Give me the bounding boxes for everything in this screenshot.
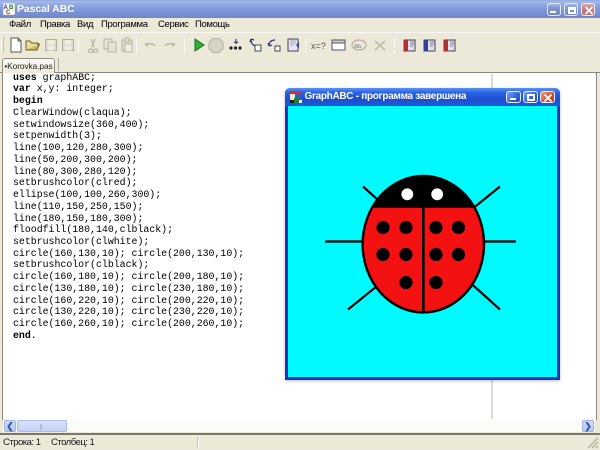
svg-text:x=?: x=? xyxy=(311,41,326,51)
svg-text:aь: aь xyxy=(354,43,362,50)
svg-text:C: C xyxy=(6,10,11,15)
